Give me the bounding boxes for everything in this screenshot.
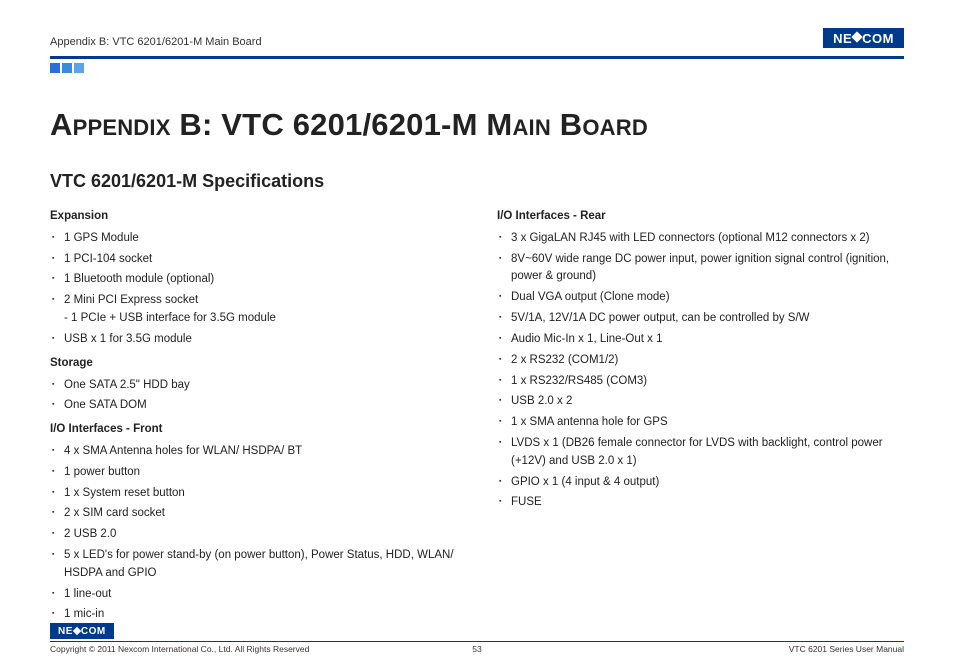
footer-row: Copyright © 2011 Nexcom International Co… [50,644,904,654]
expansion-heading: Expansion [50,208,457,226]
list-item: 1 x System reset button [52,485,457,503]
copyright-text: Copyright © 2011 Nexcom International Co… [50,644,309,654]
page-number: 53 [472,644,481,654]
list-item: GPIO x 1 (4 input & 4 output) [499,474,904,492]
list-item: 1 GPS Module [52,230,457,248]
list-item: One SATA DOM [52,397,457,415]
logo-text-pre: NE [833,31,852,46]
list-item: Dual VGA output (Clone mode) [499,289,904,307]
io-front-list: 4 x SMA Antenna holes for WLAN/ HSDPA/ B… [50,443,457,624]
section-heading: VTC 6201/6201-M Specifications [50,171,904,192]
list-item: 1 power button [52,464,457,482]
list-item: 2 Mini PCI Express socket - 1 PCIe + USB… [52,292,457,328]
list-item: 1 Bluetooth module (optional) [52,271,457,289]
header-divider [50,56,904,59]
logo-text-post: COM [862,31,894,46]
list-item: 3 x GigaLAN RJ45 with LED connectors (op… [499,230,904,248]
list-item: 2 USB 2.0 [52,526,457,544]
list-item: 2 x SIM card socket [52,505,457,523]
doc-name: VTC 6201 Series User Manual [789,644,904,654]
accent-square-icon [62,63,72,73]
page-header: Appendix B: VTC 6201/6201-M Main Board N… [50,28,904,54]
expansion-list: 1 GPS Module 1 PCI-104 socket 1 Bluetoot… [50,230,457,349]
nexcom-logo: NE COM [823,28,904,48]
list-item: 1 x SMA antenna hole for GPS [499,414,904,432]
list-item: 1 line-out [52,586,457,604]
list-item: FUSE [499,494,904,512]
logo-text-pre: NE [58,626,73,637]
list-item: One SATA 2.5" HDD bay [52,377,457,395]
left-column: Expansion 1 GPS Module 1 PCI-104 socket … [50,202,457,628]
accent-square-icon [50,63,60,73]
io-rear-heading: I/O Interfaces - Rear [497,208,904,226]
storage-heading: Storage [50,355,457,373]
logo-diamond-icon [73,627,81,635]
header-accent-squares [50,63,904,73]
right-column: I/O Interfaces - Rear 3 x GigaLAN RJ45 w… [497,202,904,628]
list-item: 5 x LED's for power stand-by (on power b… [52,547,457,583]
list-item: LVDS x 1 (DB26 female connector for LVDS… [499,435,904,471]
io-rear-list: 3 x GigaLAN RJ45 with LED connectors (op… [497,230,904,512]
footer-logo: NE COM [50,623,114,639]
list-item: USB x 1 for 3.5G module [52,331,457,349]
page-footer: NE COM Copyright © 2011 Nexcom Internati… [50,621,904,655]
list-item: 5V/1A, 12V/1A DC power output, can be co… [499,310,904,328]
list-item: 1 PCI-104 socket [52,251,457,269]
list-item: 4 x SMA Antenna holes for WLAN/ HSDPA/ B… [52,443,457,461]
list-item: 8V~60V wide range DC power input, power … [499,251,904,287]
list-item-text: 2 Mini PCI Express socket [64,294,198,306]
io-front-heading: I/O Interfaces - Front [50,421,457,439]
spec-columns: Expansion 1 GPS Module 1 PCI-104 socket … [50,202,904,628]
list-item: Audio Mic-In x 1, Line-Out x 1 [499,331,904,349]
list-item: USB 2.0 x 2 [499,393,904,411]
storage-list: One SATA 2.5" HDD bay One SATA DOM [50,377,457,416]
page-title: Appendix B: VTC 6201/6201-M Main Board [50,107,904,143]
accent-square-icon [74,63,84,73]
breadcrumb: Appendix B: VTC 6201/6201-M Main Board [50,36,262,48]
logo-diamond-icon [851,31,862,42]
list-item: 2 x RS232 (COM1/2) [499,352,904,370]
list-item: 1 x RS232/RS485 (COM3) [499,373,904,391]
logo-text-post: COM [81,626,106,637]
footer-divider [50,641,904,642]
list-item-subtext: - 1 PCIe + USB interface for 3.5G module [64,310,457,328]
